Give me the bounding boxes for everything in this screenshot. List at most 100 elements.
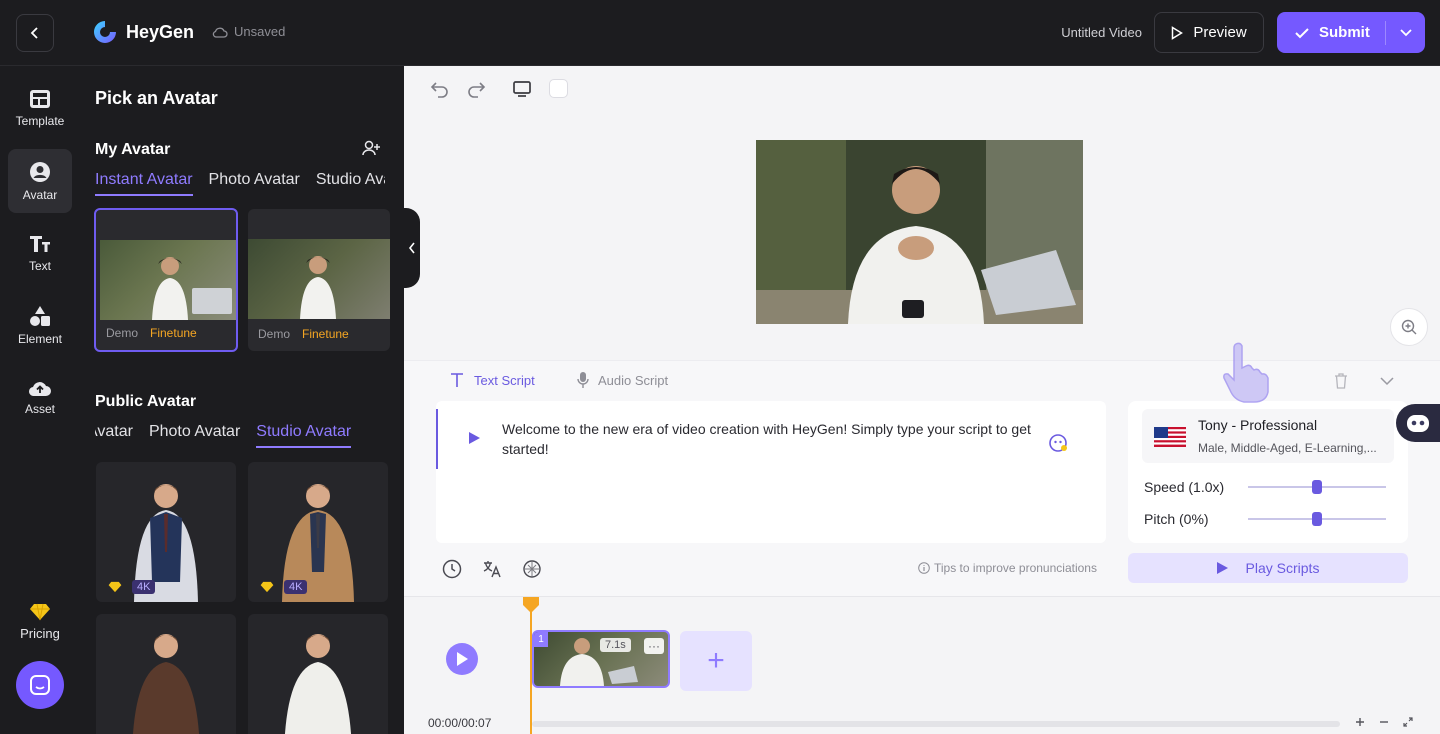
my-avatar-card[interactable]: Demo Finetune xyxy=(248,209,390,351)
play-scripts-button[interactable]: Play Scripts xyxy=(1128,553,1408,583)
pitch-slider[interactable] xyxy=(1248,512,1386,526)
tab-studio-avatar[interactable]: Studio Avatar xyxy=(316,171,385,196)
openai-icon xyxy=(523,560,541,578)
4k-badge: 4K xyxy=(284,580,308,594)
redo-icon xyxy=(468,82,486,98)
preview-button[interactable]: Preview xyxy=(1154,12,1264,53)
ai-script-button[interactable] xyxy=(522,559,542,584)
tab-text-script[interactable]: Text Script xyxy=(448,371,535,389)
my-avatar-card[interactable]: Demo Finetune xyxy=(94,208,238,352)
scene-clip[interactable]: 1 7.1s ··· xyxy=(532,630,670,688)
heygen-editor: HeyGen Unsaved Untitled Video Preview Su… xyxy=(0,0,1440,734)
minus-icon xyxy=(1380,721,1388,723)
pitch-slider-thumb[interactable] xyxy=(1312,512,1322,526)
ai-assist-button[interactable] xyxy=(1048,433,1068,458)
delete-scene-button[interactable] xyxy=(1334,373,1348,394)
script-text[interactable]: Welcome to the new era of video creation… xyxy=(502,419,1062,459)
clip-more-button[interactable]: ··· xyxy=(644,638,664,654)
heygen-logo[interactable]: HeyGen xyxy=(92,19,194,45)
submit-button-group: Submit xyxy=(1277,12,1425,53)
active-segment-bar xyxy=(436,409,438,469)
chevron-down-icon xyxy=(1380,377,1394,386)
redo-button[interactable] xyxy=(466,80,486,103)
undo-button[interactable] xyxy=(430,80,450,103)
public-avatar-tabs: Avatar Photo Avatar Studio Avatar xyxy=(95,423,391,453)
panel-title: Pick an Avatar xyxy=(95,88,218,108)
translate-icon xyxy=(483,561,501,578)
collapse-script-button[interactable] xyxy=(1380,373,1394,391)
script-editor[interactable]: Welcome to the new era of video creation… xyxy=(436,401,1106,543)
play-scripts-label: Play Scripts xyxy=(1245,560,1320,576)
tips-label: Tips to improve pronunciations xyxy=(934,561,1097,575)
public-avatar-card[interactable] xyxy=(248,614,388,734)
speed-slider[interactable] xyxy=(1248,480,1386,494)
timeline-scrollbar[interactable] xyxy=(532,721,1340,727)
tab-photo-avatar[interactable]: Photo Avatar xyxy=(149,423,240,448)
aspect-ratio-button[interactable] xyxy=(512,80,532,103)
tab-studio-avatar[interactable]: Studio Avatar xyxy=(256,423,352,448)
clip-number: 1 xyxy=(534,632,548,647)
play-segment-button[interactable] xyxy=(468,431,480,449)
tab-audio-script[interactable]: Audio Script xyxy=(576,371,668,389)
expand-icon xyxy=(1403,717,1413,727)
rail-item-template[interactable]: Template xyxy=(8,76,72,140)
tab-photo-avatar[interactable]: Photo Avatar xyxy=(209,171,300,196)
playhead-handle[interactable] xyxy=(522,597,540,613)
ai-assistant-tab[interactable] xyxy=(1396,404,1440,442)
us-flag-icon xyxy=(1154,427,1186,447)
rail-item-label: Template xyxy=(15,113,65,128)
back-button[interactable] xyxy=(16,14,54,52)
avatar-panel: Pick an Avatar My Avatar Instant Avatar … xyxy=(80,66,404,734)
video-title[interactable]: Untitled Video xyxy=(1020,25,1142,40)
translate-button[interactable] xyxy=(482,559,502,584)
add-avatar-button[interactable] xyxy=(362,140,380,161)
rail-item-text[interactable]: Text xyxy=(8,221,72,285)
public-avatar-card[interactable]: 4K xyxy=(248,462,388,602)
tab-avatar[interactable]: Avatar xyxy=(95,423,133,448)
monitor-icon xyxy=(513,81,531,97)
rail-item-element[interactable]: Element xyxy=(8,293,72,357)
info-icon xyxy=(918,562,930,574)
speed-slider-row: Speed (1.0x) xyxy=(1144,477,1394,497)
public-avatar-card[interactable] xyxy=(96,614,236,734)
video-canvas[interactable] xyxy=(756,140,1083,324)
pricing-label: Pricing xyxy=(20,626,60,641)
finetune-tag: Finetune xyxy=(150,326,197,340)
rail-item-avatar[interactable]: Avatar xyxy=(8,149,72,213)
rail-item-label: Element xyxy=(17,331,63,346)
play-icon xyxy=(457,652,468,666)
timeline-zoom-in-button[interactable] xyxy=(1351,713,1369,731)
timeline-fit-button[interactable] xyxy=(1399,713,1417,731)
rail-item-label: Avatar xyxy=(22,187,58,202)
play-outline-icon xyxy=(1172,25,1184,40)
pronunciation-tips-link[interactable]: Tips to improve pronunciations xyxy=(918,561,1097,575)
avatar-tags: Demo Finetune xyxy=(106,326,197,340)
submit-dropdown-button[interactable] xyxy=(1386,12,1425,53)
tab-label: Audio Script xyxy=(598,372,669,388)
chat-support-button[interactable] xyxy=(16,661,64,709)
my-avatar-tabs: Instant Avatar Photo Avatar Studio Avata… xyxy=(95,171,385,201)
background-color-button[interactable] xyxy=(549,79,568,98)
save-status-text: Unsaved xyxy=(234,24,286,39)
timeline-play-button[interactable] xyxy=(446,643,478,675)
rail-item-pricing[interactable]: Pricing xyxy=(8,586,72,658)
diamond-icon xyxy=(108,581,122,593)
person-figure xyxy=(285,634,351,734)
check-icon xyxy=(1295,27,1309,38)
speed-slider-thumb[interactable] xyxy=(1312,480,1322,494)
text-t-icon xyxy=(451,373,463,387)
voice-settings-card: Tony - Professional Male, Middle-Aged, E… xyxy=(1128,401,1408,543)
zoom-canvas-button[interactable] xyxy=(1390,308,1428,346)
voice-selector[interactable]: Tony - Professional Male, Middle-Aged, E… xyxy=(1142,409,1394,463)
pause-timer-button[interactable] xyxy=(442,559,462,584)
voice-name: Tony - Professional xyxy=(1198,417,1318,433)
add-scene-button[interactable]: + xyxy=(680,631,752,691)
text-icon xyxy=(30,235,50,252)
timeline-zoom-out-button[interactable] xyxy=(1375,713,1393,731)
tab-instant-avatar[interactable]: Instant Avatar xyxy=(95,171,193,196)
rail-item-asset[interactable]: Asset xyxy=(8,365,72,429)
collapse-panel-button[interactable] xyxy=(404,208,420,288)
public-avatar-card[interactable]: 4K xyxy=(96,462,236,602)
play-icon xyxy=(1216,562,1228,574)
submit-button[interactable]: Submit xyxy=(1277,12,1385,53)
